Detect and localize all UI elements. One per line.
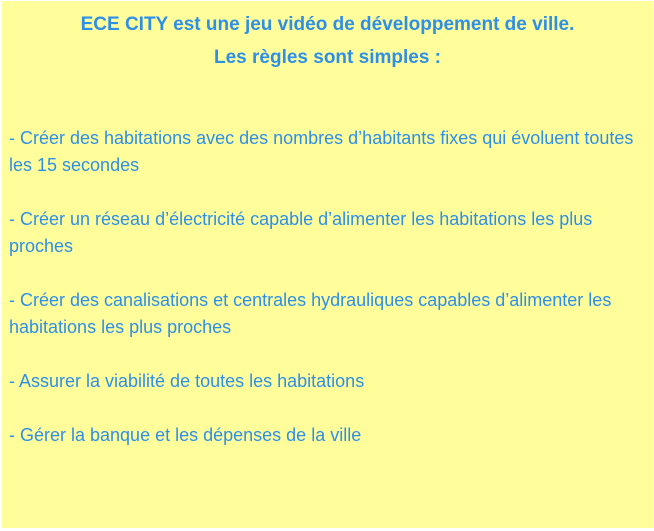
- rule-item-bank: - Gérer la banque et les dépenses de la …: [9, 425, 362, 445]
- rules-panel: ECE CITY est une jeu vidéo de développem…: [2, 1, 653, 528]
- rule-item-viability: - Assurer la viabilité de toutes les hab…: [9, 371, 365, 391]
- intro-title-line-1: ECE CITY est une jeu vidéo de développem…: [80, 14, 575, 35]
- rule-item-habitations: - Créer des habitations avec des nombres…: [9, 128, 634, 175]
- rule-item-electricity: - Créer un réseau d’électricité capable …: [9, 209, 593, 256]
- rule-item-water: - Créer des canalisations et centrales h…: [9, 290, 612, 337]
- intro-title-line-2: Les règles sont simples :: [213, 47, 442, 68]
